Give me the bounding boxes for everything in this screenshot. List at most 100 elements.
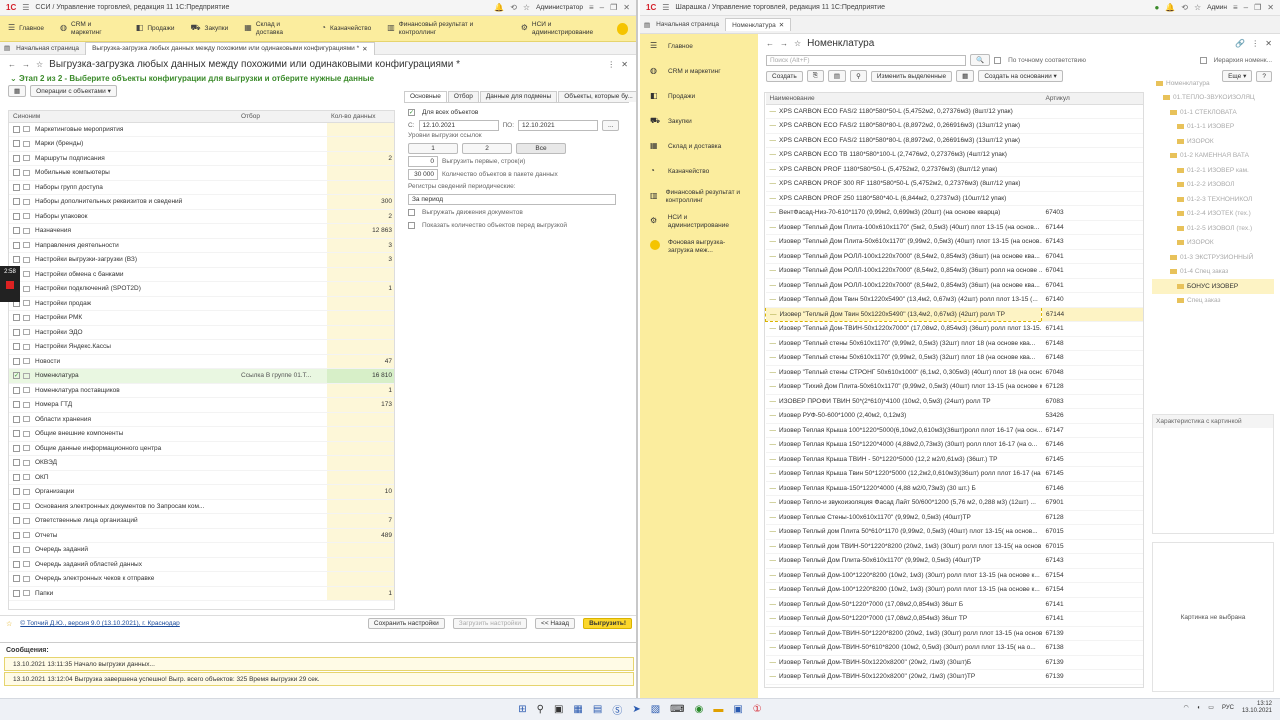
sidebar-item-crm[interactable]: ◍ CRM и маркетинг <box>640 59 758 84</box>
section-menu[interactable]: ☰ Главное <box>0 23 52 33</box>
settings-tab[interactable]: Основные <box>404 91 447 102</box>
row-checkbox[interactable] <box>13 154 20 162</box>
sidebar-item-sales[interactable]: ◧ Продажи <box>640 84 758 109</box>
row-filter[interactable] <box>237 383 327 398</box>
table-row[interactable]: — XPS CARBON PROF 250 1180*580*40-L (6,84… <box>765 191 1143 206</box>
tree-node[interactable]: 01-2-1 ИЗОВЕР кам. <box>1152 163 1274 178</box>
row-filter[interactable] <box>237 513 327 529</box>
telegram-icon[interactable]: ➤ <box>632 704 640 715</box>
chrome-icon[interactable]: ◉ <box>695 704 704 715</box>
row-checkbox[interactable] <box>13 546 20 554</box>
section-crm[interactable]: ◍ CRM и маркетинг <box>52 21 128 35</box>
table-row[interactable]: Номера ГТД 173 <box>9 397 394 413</box>
table-row[interactable]: Основания электронных документов по Запр… <box>9 499 394 514</box>
close-tab-icon[interactable]: ✕ <box>779 21 784 29</box>
table-row[interactable]: Настройки выгрузки-загрузки (ВЗ) 3 <box>9 252 394 268</box>
row-filter[interactable] <box>237 484 327 500</box>
favorite-star-icon[interactable]: ☆ <box>36 60 43 69</box>
row-checkbox[interactable] <box>13 256 20 264</box>
tree-node[interactable]: Спец заказ <box>1152 294 1274 309</box>
close-icon[interactable]: ✕ <box>1267 3 1274 12</box>
table-row[interactable]: — XPS CARBON PROF 1180*580*50-L (5,4752м2… <box>765 162 1143 177</box>
row-filter[interactable] <box>237 542 327 558</box>
table-row[interactable]: Папки 1 <box>9 586 394 601</box>
row-checkbox[interactable] <box>13 169 20 177</box>
table-row[interactable]: — Изовер Теплый Дом-ТВИН-50х1220х8200" (2… <box>765 655 1143 670</box>
table-row[interactable]: — ВентФасад-Низ-70-610*1170 (9,99м2, 0,69… <box>765 205 1143 221</box>
table-row[interactable]: — XPS CARBON ECO FAS/2 1180*580*80-L (8,8… <box>765 133 1143 148</box>
row-checkbox[interactable] <box>13 227 20 235</box>
row-filter[interactable] <box>237 470 327 485</box>
1c-app-icon[interactable]: ① <box>753 704 762 715</box>
table-row[interactable]: — Изовер Теплый Дом-50*1220*7000 (17,08м2… <box>765 597 1143 612</box>
file-explorer-icon[interactable]: ▤ <box>593 704 602 715</box>
close-icon[interactable]: ✕ <box>623 3 630 12</box>
more-icon[interactable]: ⋮ <box>607 60 615 69</box>
photos-icon[interactable]: ▧ <box>651 704 660 715</box>
table-row[interactable]: — XPS CARBON ECO FAS/2 1180*580*80-L (8,8… <box>765 118 1143 134</box>
change-selected-button[interactable]: Изменить выделенные <box>870 70 953 82</box>
row-filter[interactable] <box>237 136 327 152</box>
row-filter[interactable] <box>237 397 327 413</box>
star-icon[interactable]: ☆ <box>1194 3 1201 12</box>
battery-icon[interactable]: ▭ <box>1208 704 1214 711</box>
row-filter[interactable] <box>237 310 327 326</box>
row-filter[interactable]: Ссылка В группе 01.Т... <box>237 368 327 384</box>
table-row[interactable]: Настройки обмена с банками <box>9 267 394 282</box>
print-icon[interactable]: ▦ <box>956 70 975 82</box>
row-filter[interactable] <box>237 455 327 471</box>
row-filter[interactable] <box>237 165 327 181</box>
sidebar-item-nsi[interactable]: ⚙ НСИ и администрирование <box>640 209 758 234</box>
table-row[interactable]: — Изовер Теплая Крыша-150*1220*4000 (4,88… <box>765 481 1143 496</box>
row-checkbox[interactable] <box>13 488 20 496</box>
row-filter[interactable] <box>237 151 327 166</box>
table-row[interactable]: Общие данные информационного центра <box>9 441 394 456</box>
search-icon[interactable]: 🔍 <box>970 54 991 66</box>
search-input[interactable]: Поиск (Alt+F) <box>766 54 966 66</box>
row-checkbox[interactable] <box>13 140 20 148</box>
table-row[interactable]: Очередь электронных чеков к отправке <box>9 571 394 587</box>
table-row[interactable]: — Изовер "Теплый Дом Плита-50х610х1170" (… <box>765 234 1143 250</box>
tree-node[interactable]: 01-2-3 ТЕХНОНИКОЛ <box>1152 192 1274 207</box>
row-filter[interactable] <box>237 238 327 253</box>
period-button[interactable]: ... <box>602 120 620 131</box>
export-button[interactable]: Выгрузить! <box>583 618 632 629</box>
show-count-checkbox[interactable] <box>408 222 415 229</box>
table-row[interactable]: — Изовер Теплая Крыша 150*1220*4000 (4,88… <box>765 437 1143 453</box>
table-row[interactable]: ✓ Номенклатура Ссылка В группе 01.Т... 16 8… <box>9 368 394 384</box>
table-row[interactable]: — Изовер "Теплый Дом Твин 50х1220х5490" (… <box>765 292 1143 308</box>
more-icon[interactable]: ⋮ <box>1251 39 1259 48</box>
table-row[interactable]: Новости 47 <box>9 354 394 369</box>
row-filter[interactable] <box>237 354 327 369</box>
row-checkbox[interactable] <box>13 314 20 322</box>
row-checkbox[interactable] <box>13 575 20 583</box>
collapse-icon[interactable]: ⌄ <box>10 74 19 83</box>
table-row[interactable]: — Изовер Теплый дом ТВИН-50*1220*8200 (20… <box>765 539 1143 554</box>
level-option[interactable]: 2 <box>462 143 512 154</box>
user-name[interactable]: Админ <box>1207 4 1227 11</box>
tree-node[interactable]: 01-3 ЭКСТРУЗИОННЫЙ <box>1152 250 1274 265</box>
sidebar-item-finance[interactable]: ▥ Финансовый результат и контроллинг <box>640 184 758 209</box>
table-row[interactable]: — Изовер "Тихий Дом Плита-50х610х1170" (9… <box>765 379 1143 395</box>
row-checkbox[interactable] <box>13 473 20 481</box>
table-row[interactable]: — Изовер Теплая Крыша 100*1220*5000(6,10м… <box>765 423 1143 438</box>
table-row[interactable]: — Изовер "Теплый Дом РОЛЛ-100х1220х7000" … <box>765 278 1143 293</box>
tree-node[interactable]: 01-2-2 ИЗОВОЛ <box>1152 178 1274 193</box>
ops-button[interactable]: Операции с объектами ▾ <box>30 85 117 97</box>
table-row[interactable]: — XPS CARBON ECO FAS/2 1180*580*50-L (5,4… <box>765 104 1143 119</box>
settings-tab[interactable]: Данные для подмены <box>479 91 558 102</box>
table-row[interactable]: Маршруты подписания 2 <box>9 151 394 166</box>
minimize-icon[interactable]: – <box>1244 3 1248 12</box>
sidebar-item-bg-task[interactable]: Фоновая выгрузка-загрузка меж... <box>640 234 758 259</box>
row-checkbox[interactable] <box>13 241 20 249</box>
forward-icon[interactable]: → <box>22 60 30 69</box>
history-icon[interactable]: ⟲ <box>510 3 517 12</box>
settings-icon[interactable]: ≡ <box>589 3 594 12</box>
row-checkbox[interactable] <box>13 444 20 452</box>
table-row[interactable]: Отчеты 489 <box>9 528 394 543</box>
table-row[interactable]: ОКВЭД <box>9 455 394 471</box>
table-row[interactable]: — Изовер Теплый Дом-ТВИН-50х1220х8200" (2… <box>765 669 1143 685</box>
skype-icon[interactable]: Ⓢ <box>612 702 622 717</box>
save-settings-button[interactable]: Сохранить настройки <box>367 618 445 629</box>
table-row[interactable]: Очередь заданий <box>9 542 394 558</box>
